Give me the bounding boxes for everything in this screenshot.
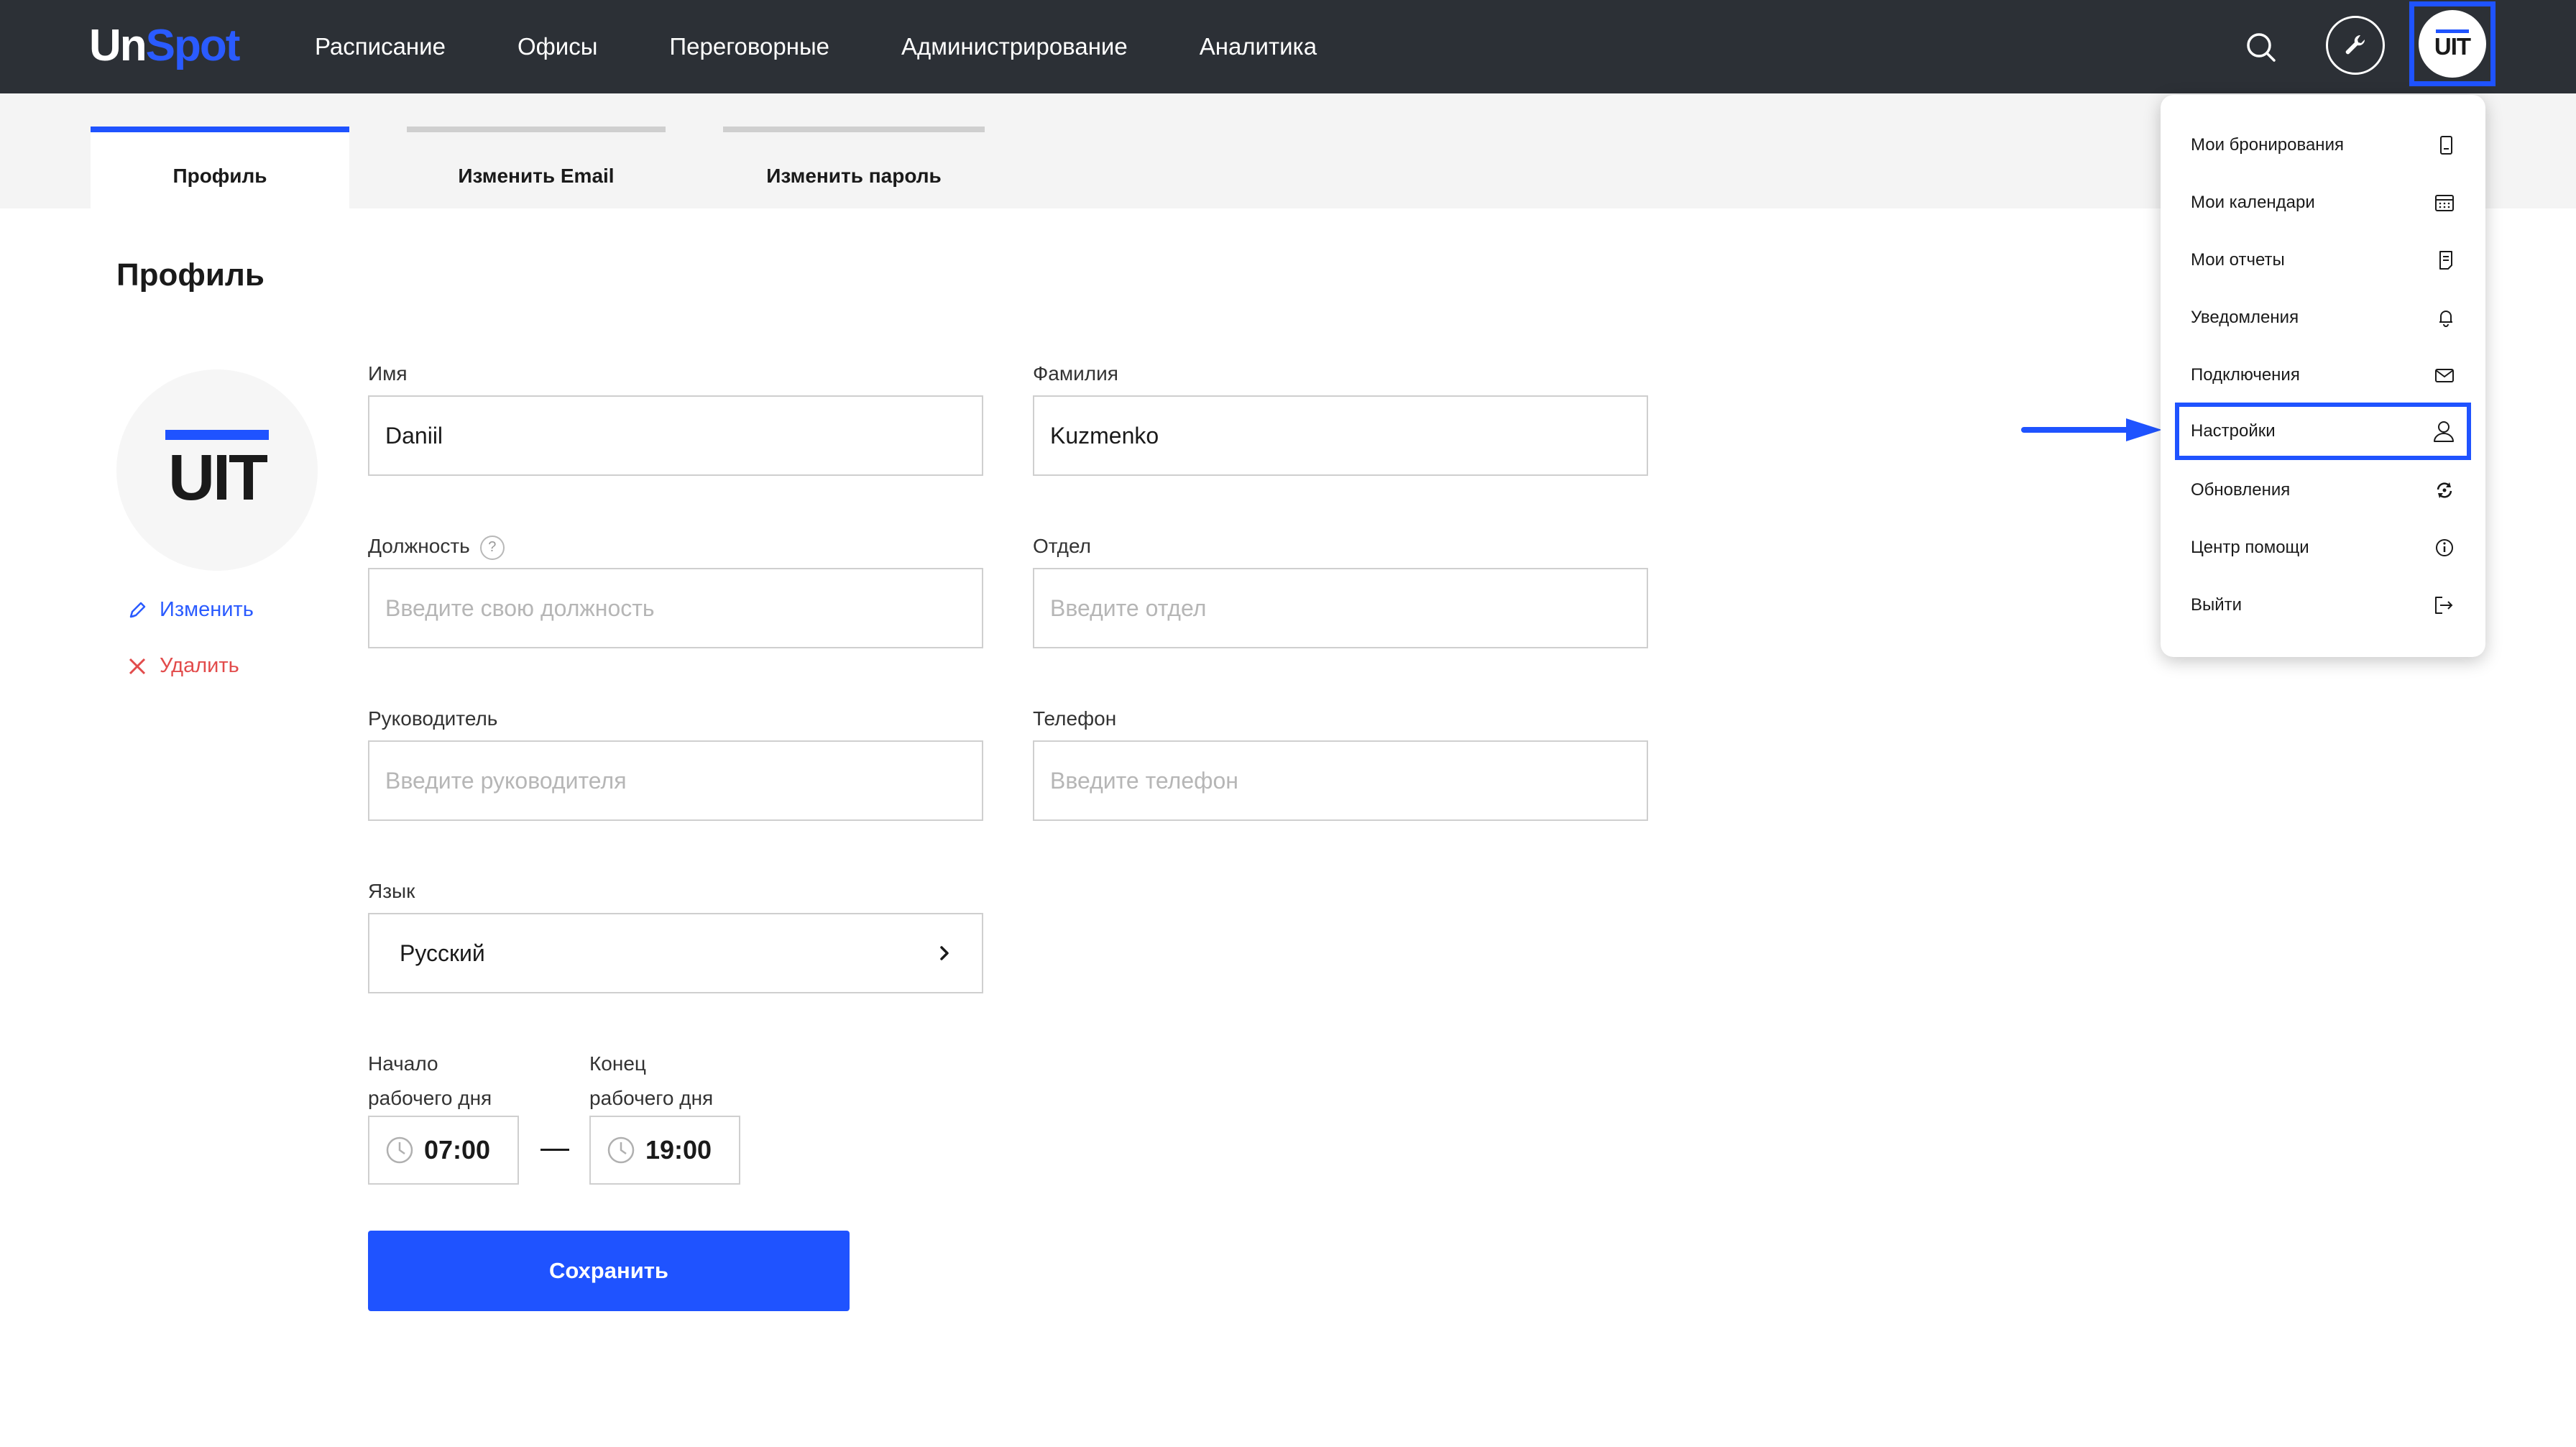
menu-item-label: Мои отчеты (2191, 250, 2285, 270)
booking-icon (2440, 136, 2452, 155)
logout-icon (2435, 597, 2453, 614)
tab-change-password-label: Изменить пароль (766, 165, 942, 187)
time-range-dash (540, 1149, 569, 1151)
unspot-logo[interactable]: UnSpot (89, 17, 241, 75)
search-icon[interactable] (2240, 26, 2284, 70)
menu-item-notifications[interactable]: Уведомления (2175, 292, 2471, 344)
user-icon (2434, 421, 2454, 442)
work-end-value: 19:00 (645, 1135, 712, 1165)
menu-item-label: Обновления (2191, 480, 2291, 500)
tab-change-password[interactable]: Изменить пароль (723, 127, 985, 208)
menu-item-connections[interactable]: Подключения (2175, 349, 2471, 401)
menu-item-label: Подключения (2191, 365, 2300, 385)
main-nav: Расписание Офисы Переговорные Администри… (315, 0, 1317, 93)
work-start-label-line2: рабочего дня (368, 1087, 492, 1109)
tab-profile-label: Профиль (172, 165, 267, 187)
clock-icon (386, 1136, 413, 1164)
profile-avatar-text: UIT (168, 442, 268, 514)
bell-icon (2439, 311, 2452, 327)
delete-avatar-button[interactable]: Удалить (126, 654, 239, 678)
nav-item-analytics[interactable]: Аналитика (1200, 33, 1317, 60)
menu-item-settings[interactable]: Настройки (2175, 403, 2471, 460)
info-icon (2436, 539, 2453, 556)
close-icon (129, 658, 146, 674)
menu-item-updates[interactable]: Обновления (2175, 464, 2471, 516)
mail-icon (2435, 369, 2454, 382)
profile-avatar: UIT (116, 369, 318, 571)
nav-item-offices[interactable]: Офисы (518, 33, 597, 60)
report-icon (2439, 251, 2452, 270)
last-name-input[interactable]: Kuzmenko (1033, 395, 1648, 476)
work-end-label-line1: Конец (589, 1052, 646, 1075)
department-input[interactable]: Введите отдел (1033, 568, 1648, 648)
tab-change-email[interactable]: Изменить Email (407, 127, 666, 208)
menu-item-label: Центр помощи (2191, 538, 2309, 557)
work-start-input[interactable]: 07:00 (368, 1116, 519, 1185)
page-title: Профиль (116, 257, 264, 293)
menu-item-label: Настройки (2191, 421, 2276, 441)
profile-avatar-logo-bar (165, 430, 269, 440)
menu-item-my-reports[interactable]: Мои отчеты (2175, 234, 2471, 286)
position-label-wrap: Должность? (368, 535, 505, 560)
menu-item-label: Мои бронирования (2191, 135, 2344, 155)
language-select[interactable]: Русский (368, 913, 983, 993)
nav-item-meeting-rooms[interactable]: Переговорные (669, 33, 829, 60)
save-button[interactable]: Сохранить (368, 1231, 850, 1311)
nav-item-schedule[interactable]: Расписание (315, 33, 446, 60)
tab-change-email-label: Изменить Email (458, 165, 615, 187)
position-label: Должность (368, 535, 470, 557)
edit-avatar-label: Изменить (160, 598, 254, 621)
top-navigation-bar: UnSpot Расписание Офисы Переговорные Адм… (0, 0, 2576, 93)
manager-input[interactable]: Введите руководителя (368, 740, 983, 821)
delete-avatar-label: Удалить (160, 654, 239, 677)
user-dropdown-menu: Мои бронирования Мои календари Мои отчет… (2161, 95, 2485, 657)
logo-text-spot: Spot (145, 21, 241, 70)
avatar: UIT (2419, 10, 2486, 78)
annotation-arrow-icon (2021, 418, 2162, 441)
menu-item-label: Мои календари (2191, 193, 2315, 212)
wrench-icon[interactable] (2326, 16, 2385, 75)
avatar-text: UIT (2434, 32, 2471, 60)
phone-input[interactable]: Введите телефон (1033, 740, 1648, 821)
help-icon[interactable]: ? (479, 535, 505, 560)
tab-profile[interactable]: Профиль (91, 127, 349, 208)
pencil-icon (129, 602, 146, 617)
chevron-right-icon (940, 946, 949, 960)
avatar-logo-bar (2436, 29, 2469, 33)
calendar-icon (2435, 195, 2454, 211)
clock-icon (607, 1136, 635, 1164)
nav-item-administration[interactable]: Администрирование (901, 33, 1128, 60)
edit-avatar-button[interactable]: Изменить (126, 598, 254, 622)
menu-item-label: Уведомления (2191, 308, 2299, 327)
menu-item-help-center[interactable]: Центр помощи (2175, 522, 2471, 574)
menu-item-my-calendars[interactable]: Мои календари (2175, 177, 2471, 229)
work-end-label: Конец рабочего дня (589, 1047, 713, 1116)
work-start-value: 07:00 (424, 1135, 491, 1165)
phone-label: Телефон (1033, 707, 1117, 730)
work-start-label-line1: Начало (368, 1052, 438, 1075)
position-input[interactable]: Введите свою должность (368, 568, 983, 648)
work-end-input[interactable]: 19:00 (589, 1116, 740, 1185)
logo-text-un: Un (89, 21, 147, 70)
last-name-label: Фамилия (1033, 362, 1118, 385)
first-name-input[interactable]: Daniil (368, 395, 983, 476)
language-label: Язык (368, 880, 415, 902)
first-name-label: Имя (368, 362, 408, 385)
menu-item-logout[interactable]: Выйти (2175, 579, 2471, 631)
user-avatar-button[interactable]: UIT (2409, 1, 2496, 86)
department-label: Отдел (1033, 535, 1091, 557)
work-start-label: Начало рабочего дня (368, 1047, 492, 1116)
language-value: Русский (400, 940, 485, 966)
manager-label: Руководитель (368, 707, 498, 730)
menu-item-my-bookings[interactable]: Мои бронирования (2175, 119, 2471, 171)
menu-item-label: Выйти (2191, 595, 2242, 615)
work-end-label-line2: рабочего дня (589, 1087, 714, 1109)
refresh-icon (2437, 482, 2452, 498)
